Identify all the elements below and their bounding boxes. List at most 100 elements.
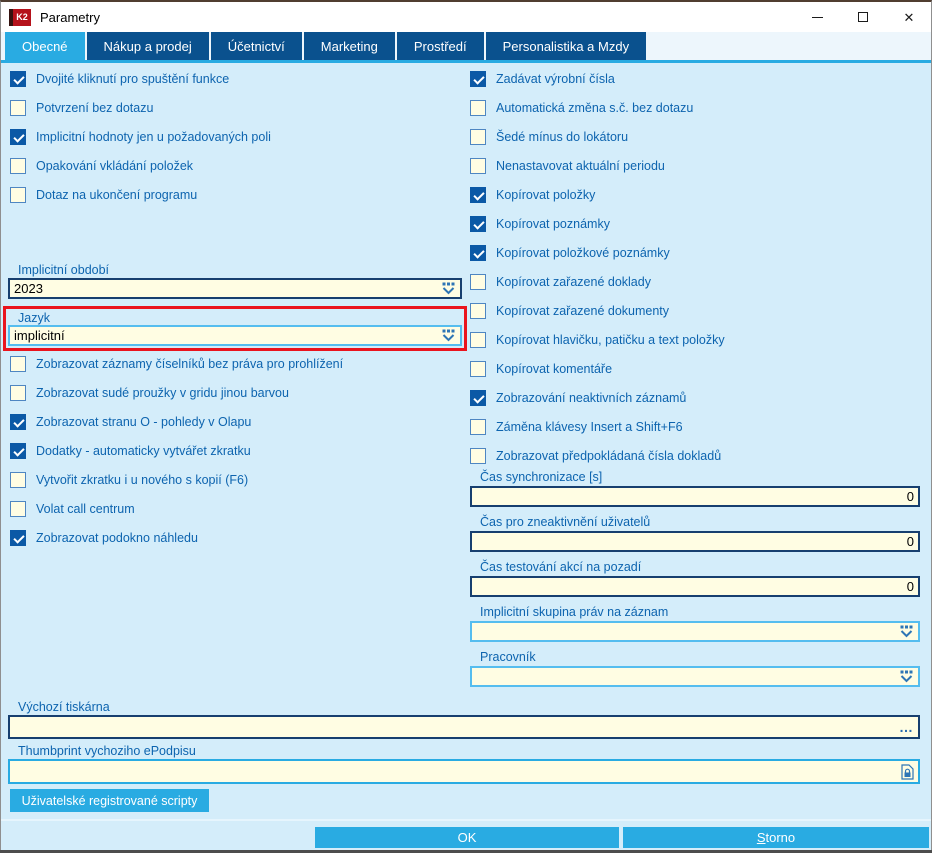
checkbox-label: Potvrzení bez dotazu bbox=[36, 101, 154, 115]
checkbox-kopirovat-polozkove-poznamky[interactable] bbox=[470, 245, 486, 261]
tab-accent-line bbox=[0, 60, 932, 63]
tab-bar: Obecné Nákup a prodej Účetnictví Marketi… bbox=[0, 32, 932, 60]
checkbox-kopirovat-polozky[interactable] bbox=[470, 187, 486, 203]
checkbox-row: Zobrazovat podokno náhledu bbox=[10, 530, 343, 546]
tab-marketing[interactable]: Marketing bbox=[303, 32, 395, 60]
checkbox-kopirovat-komentare[interactable] bbox=[470, 361, 486, 377]
checkbox-row: Kopírovat hlavičku, patičku a text polož… bbox=[470, 332, 725, 348]
checkbox-label: Zobrazovat sudé proužky v gridu jinou ba… bbox=[36, 386, 289, 400]
checkbox-kopirovat-poznamky[interactable] bbox=[470, 216, 486, 232]
checkbox-label: Kopírovat poznámky bbox=[496, 217, 610, 231]
checkbox-row: Zobrazovat stranu O - pohledy v Olapu bbox=[10, 414, 343, 430]
field-group: Čas testování akcí na pozadí 0 bbox=[470, 560, 920, 597]
footer-separator bbox=[1, 819, 931, 821]
language-label: Jazyk bbox=[18, 311, 50, 325]
checkbox-sede-minus-do-lokatoru[interactable] bbox=[470, 129, 486, 145]
right-fields-group: Čas synchronizace [s] 0 Čas pro zneaktiv… bbox=[470, 470, 920, 695]
tab-obecne[interactable]: Obecné bbox=[5, 32, 85, 60]
checkbox-row: Kopírovat zařazené doklady bbox=[470, 274, 725, 290]
dropdown-icon-slot[interactable] bbox=[899, 625, 914, 638]
period-dropdown-icon[interactable] bbox=[441, 282, 456, 295]
checkbox-zobrazovat-sude-prouzky-v-gridu-jinou-barvou[interactable] bbox=[10, 385, 26, 401]
checkbox-opakovani-vkladani-polozek[interactable] bbox=[10, 158, 26, 174]
checkbox-row: Zadávat výrobní čísla bbox=[470, 71, 725, 87]
field-label: Čas synchronizace [s] bbox=[480, 470, 603, 484]
tab-personalistika-a-mzdy[interactable]: Personalistika a Mzdy bbox=[485, 32, 647, 60]
tab-nakup-a-prodej[interactable]: Nákup a prodej bbox=[86, 32, 209, 60]
checkbox-label: Kopírovat položky bbox=[496, 188, 596, 202]
checkbox-vytvorit-zkratku-i-u-noveho-s-kopii-f6[interactable] bbox=[10, 472, 26, 488]
checkbox-zobrazovat-predpokladana-cisla-dokladu[interactable] bbox=[470, 448, 486, 464]
checkbox-zobrazovat-zaznamy-ciselniku-bez-prava-pro-prohlizeni[interactable] bbox=[10, 356, 26, 372]
field-cas-synchronizace-s[interactable]: 0 bbox=[470, 486, 920, 507]
language-field[interactable]: implicitní bbox=[8, 325, 462, 346]
checkbox-implicitni-hodnoty-jen-u-pozadovanych-poli[interactable] bbox=[10, 129, 26, 145]
field-label: Pracovník bbox=[480, 650, 536, 664]
checkbox-row: Kopírovat položkové poznámky bbox=[470, 245, 725, 261]
checkbox-row: Nenastavovat aktuální periodu bbox=[470, 158, 725, 174]
checkbox-label: Automatická změna s.č. bez dotazu bbox=[496, 101, 694, 115]
field-pracovnik[interactable] bbox=[470, 666, 920, 687]
checkbox-nenastavovat-aktualni-periodu[interactable] bbox=[470, 158, 486, 174]
minimize-button[interactable] bbox=[794, 2, 840, 32]
field-cas-pro-zneaktivneni-uzivatelu[interactable]: 0 bbox=[470, 531, 920, 552]
field-implicitni-skupina-prav-na-zaznam[interactable] bbox=[470, 621, 920, 642]
dropdown-icon-slot[interactable] bbox=[899, 670, 914, 683]
checkbox-zamena-klavesy-insert-a-shift-f6[interactable] bbox=[470, 419, 486, 435]
checkbox-volat-call-centrum[interactable] bbox=[10, 501, 26, 517]
checkbox-kopirovat-hlavicku-paticku-a-text-polozky[interactable] bbox=[470, 332, 486, 348]
user-scripts-button[interactable]: Uživatelské registrované scripty bbox=[10, 789, 209, 812]
dropdown-history-icon[interactable] bbox=[441, 282, 456, 295]
certificate-lock-icon[interactable] bbox=[901, 763, 914, 780]
period-label: Implicitní období bbox=[18, 263, 110, 277]
field-group: Čas pro zneaktivnění uživatelů 0 bbox=[470, 515, 920, 552]
dropdown-history-icon[interactable] bbox=[899, 625, 914, 638]
thumbprint-field[interactable] bbox=[8, 759, 920, 784]
checkbox-row: Kopírovat zařazené dokumenty bbox=[470, 303, 725, 319]
checkbox-row: Kopírovat položky bbox=[470, 187, 725, 203]
checkbox-label: Dvojité kliknutí pro spuštění funkce bbox=[36, 72, 230, 86]
checkbox-label: Kopírovat zařazené dokumenty bbox=[496, 304, 670, 318]
ok-button-label: OK bbox=[457, 830, 477, 845]
printer-field[interactable]: … bbox=[8, 715, 920, 739]
ok-button[interactable]: OK bbox=[315, 827, 619, 848]
checkbox-dodatky-automaticky-vytvaret-zkratku[interactable] bbox=[10, 443, 26, 459]
maximize-button[interactable] bbox=[840, 2, 886, 32]
storno-button[interactable]: Storno bbox=[623, 827, 929, 848]
field-value: 0 bbox=[906, 534, 914, 549]
checkbox-zobrazovani-neaktivnich-zaznamu[interactable] bbox=[470, 390, 486, 406]
dropdown-history-icon[interactable] bbox=[441, 329, 456, 342]
checkbox-label: Dodatky - automaticky vytvářet zkratku bbox=[36, 444, 251, 458]
field-cas-testovani-akci-na-pozadi[interactable]: 0 bbox=[470, 576, 920, 597]
tab-prostredi[interactable]: Prostředí bbox=[396, 32, 484, 60]
checkbox-label: Zobrazovat stranu O - pohledy v Olapu bbox=[36, 415, 252, 429]
printer-browse-button[interactable]: … bbox=[899, 720, 914, 734]
checkbox-row: Opakování vkládání položek bbox=[10, 158, 271, 174]
checkbox-automaticka-zmena-s-c-bez-dotazu[interactable] bbox=[470, 100, 486, 116]
tab-label: Prostředí bbox=[413, 38, 467, 54]
checkbox-label: Zobrazování neaktivních záznamů bbox=[496, 391, 687, 405]
period-field[interactable]: 2023 bbox=[8, 278, 462, 299]
dropdown-history-icon[interactable] bbox=[899, 670, 914, 683]
field-group: Pracovník bbox=[470, 650, 920, 687]
checkbox-label: Kopírovat položkové poznámky bbox=[496, 246, 670, 260]
tab-ucetnictvi[interactable]: Účetnictví bbox=[210, 32, 302, 60]
field-value: 0 bbox=[906, 489, 914, 504]
language-dropdown-icon[interactable] bbox=[441, 329, 456, 342]
checkbox-label: Záměna klávesy Insert a Shift+F6 bbox=[496, 420, 683, 434]
checkbox-dotaz-na-ukonceni-programu[interactable] bbox=[10, 187, 26, 203]
checkbox-row: Dodatky - automaticky vytvářet zkratku bbox=[10, 443, 343, 459]
checkbox-dvojite-kliknuti-pro-spusteni-funkce[interactable] bbox=[10, 71, 26, 87]
checkbox-row: Záměna klávesy Insert a Shift+F6 bbox=[470, 419, 725, 435]
checkbox-kopirovat-zarazene-doklady[interactable] bbox=[470, 274, 486, 290]
tab-label: Marketing bbox=[320, 38, 378, 54]
checkbox-row: Šedé mínus do lokátoru bbox=[470, 129, 725, 145]
field-group: Čas synchronizace [s] 0 bbox=[470, 470, 920, 507]
checkbox-zadavat-vyrobni-cisla[interactable] bbox=[470, 71, 486, 87]
close-button[interactable]: ✕ bbox=[886, 2, 932, 32]
checkbox-zobrazovat-stranu-o-pohledy-v-olapu[interactable] bbox=[10, 414, 26, 430]
printer-label: Výchozí tiskárna bbox=[18, 700, 110, 714]
checkbox-potvrzeni-bez-dotazu[interactable] bbox=[10, 100, 26, 116]
checkbox-zobrazovat-podokno-nahledu[interactable] bbox=[10, 530, 26, 546]
checkbox-kopirovat-zarazene-dokumenty[interactable] bbox=[470, 303, 486, 319]
